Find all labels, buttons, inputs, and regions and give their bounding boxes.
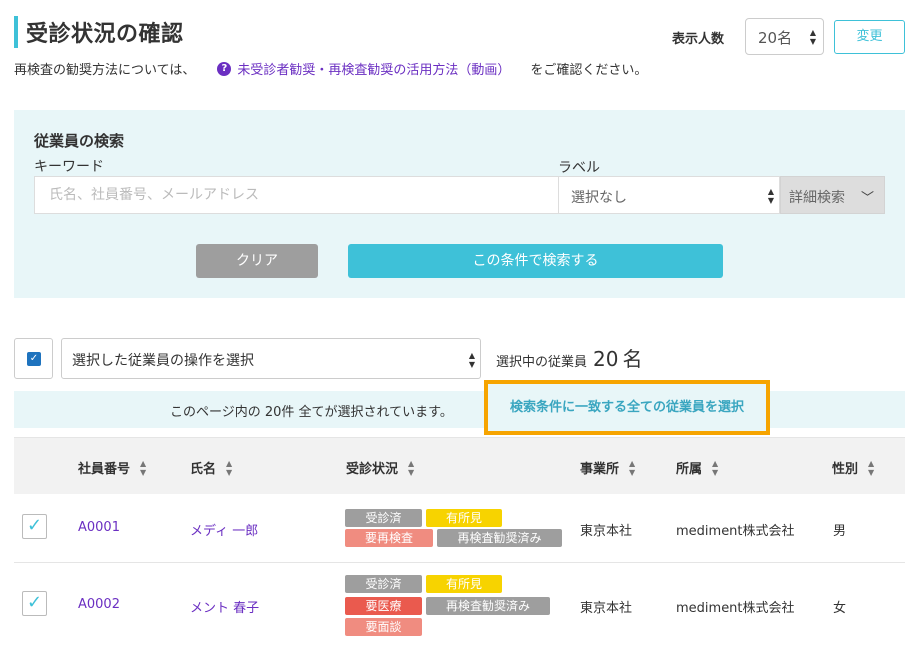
label-select-value: 選択なし	[571, 190, 627, 206]
updown-arrows-icon: ▲ ▼	[468, 351, 475, 369]
selected-count-label: 選択中の従業員	[496, 355, 588, 370]
bulk-operation-value: 選択した従業員の操作を選択	[72, 353, 254, 369]
employee-search-panel: 従業員の検索 キーワード ラベル 選択なし ▲▼ 詳細検索 ﹀ クリア この条件…	[14, 110, 905, 298]
clear-button[interactable]: クリア	[196, 244, 318, 278]
table-header: 社員番号 ▲ ▼ 氏名 ▲ ▼ 受診状況 ▲ ▼ 事業所 ▲ ▼ 所属 ▲ ▼ 性別 ▲ ▼	[14, 437, 905, 494]
column-header-status[interactable]: 受診状況 ▲ ▼	[346, 458, 415, 478]
column-header-office[interactable]: 事業所 ▲ ▼	[580, 458, 636, 478]
updown-arrows-icon: ▲ ▼	[767, 187, 774, 205]
select-all-matching-link[interactable]: 検索条件に一致する全ての従業員を選択	[484, 380, 770, 435]
department-cell: mediment株式会社	[676, 524, 795, 539]
chevron-down-icon: ﹀	[860, 191, 874, 206]
office-cell: 東京本社	[580, 524, 633, 539]
label-select[interactable]: 選択なし ▲ ▼	[558, 176, 780, 214]
search-heading: 従業員の検索	[34, 132, 125, 150]
employee-id-link[interactable]: A0002	[78, 597, 120, 612]
updown-arrows-icon: ▲ ▼	[809, 28, 816, 46]
change-button[interactable]: 変更	[834, 20, 905, 54]
sort-icon: ▲ ▼	[408, 458, 415, 477]
checkmark-icon: ✓	[26, 515, 43, 536]
sort-icon: ▲ ▼	[226, 458, 233, 477]
selection-banner-message: このページ内の 20件 全てが選択されています。	[170, 405, 453, 420]
gender-cell: 男	[833, 524, 847, 539]
sort-icon: ▲ ▼	[712, 458, 719, 477]
info-suffix: をご確認ください。	[530, 63, 648, 78]
selection-banner: このページ内の 20件 全てが選択されています。	[14, 391, 905, 428]
detail-search-label: 詳細検索	[789, 190, 845, 206]
per-page-label: 表示人数	[672, 32, 725, 47]
status-badge: 再検査勧奨済み	[437, 529, 562, 547]
selected-count: 選択中の従業員 20 名	[496, 343, 642, 372]
status-badge: 要医療	[345, 597, 422, 615]
status-badge: 有所見	[426, 575, 502, 593]
column-header-department[interactable]: 所属 ▲ ▼	[676, 458, 719, 478]
selected-count-number: 20	[593, 347, 619, 371]
status-badge: 再検査勧奨済み	[426, 597, 550, 615]
status-badge: 受診済	[345, 509, 422, 527]
row-checkbox[interactable]: ✓	[22, 591, 47, 616]
employee-name-link[interactable]: メント 春子	[190, 597, 259, 616]
status-badge: 有所見	[426, 509, 502, 527]
select-all-checkbox[interactable]: ✓	[14, 338, 53, 379]
sort-icon: ▲ ▼	[868, 458, 875, 477]
keyword-input[interactable]	[34, 176, 560, 214]
info-prefix: 再検査の勧奨方法については、	[14, 63, 196, 78]
video-guide-link[interactable]: 未受診者勧奨・再検査勧奨の活用方法（動画）	[237, 59, 510, 78]
sort-icon: ▲ ▼	[629, 458, 636, 477]
checkmark-icon: ✓	[26, 592, 43, 613]
page-title: 受診状況の確認	[26, 22, 184, 47]
bulk-operation-select[interactable]: 選択した従業員の操作を選択 ▲ ▼	[61, 338, 481, 379]
table-row: ✓ A0001 メディ 一郎 受診済 有所見 要再検査 再検査勧奨済み 東京本社…	[14, 494, 905, 563]
table-row: ✓ A0002 メント 春子 受診済 有所見 要医療 再検査勧奨済み 要面談 東…	[14, 563, 905, 646]
sort-icon: ▲ ▼	[140, 458, 147, 477]
column-header-employee-id[interactable]: 社員番号 ▲ ▼	[78, 458, 147, 478]
per-page-select[interactable]: 20名 ▲ ▼	[745, 18, 824, 55]
gender-cell: 女	[833, 601, 847, 616]
department-cell: mediment株式会社	[676, 601, 795, 616]
column-header-gender[interactable]: 性別 ▲ ▼	[832, 458, 875, 478]
checkmark-icon: ✓	[27, 352, 41, 366]
employee-id-link[interactable]: A0001	[78, 520, 120, 535]
keyword-label: キーワード	[34, 159, 104, 175]
status-badge: 受診済	[345, 575, 422, 593]
label-filter-label: ラベル	[558, 160, 600, 176]
info-line: 再検査の勧奨方法については、 ? 未受診者勧奨・再検査勧奨の活用方法（動画） を…	[14, 59, 647, 78]
status-badge: 要再検査	[345, 529, 433, 547]
help-icon: ?	[217, 61, 232, 76]
row-checkbox[interactable]: ✓	[22, 514, 47, 539]
per-page-value: 20名	[758, 29, 793, 47]
detail-search-button[interactable]: 詳細検索 ﹀	[780, 176, 885, 214]
selected-count-unit: 名	[622, 347, 643, 371]
search-submit-button[interactable]: この条件で検索する	[348, 244, 723, 278]
office-cell: 東京本社	[580, 601, 633, 616]
status-badge: 要面談	[345, 618, 422, 636]
employee-name-link[interactable]: メディ 一郎	[190, 520, 258, 539]
column-header-name[interactable]: 氏名 ▲ ▼	[190, 458, 233, 478]
title-accent-bar	[14, 16, 18, 48]
